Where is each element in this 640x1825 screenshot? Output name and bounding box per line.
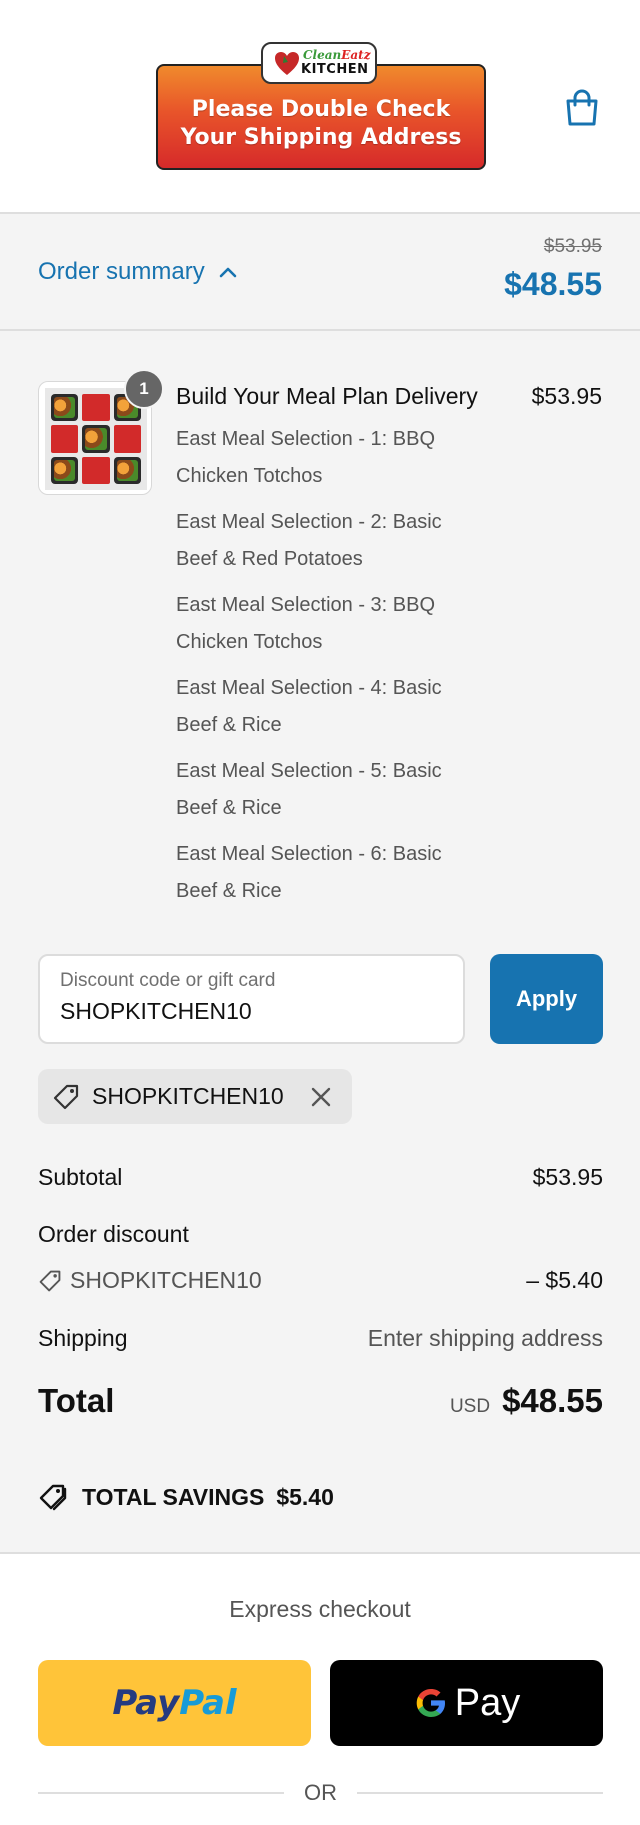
remove-code-icon[interactable]	[310, 1086, 332, 1108]
meal-selection-list: East Meal Selection - 1: BBQ Chicken Tot…	[176, 421, 476, 919]
order-summary-toggle[interactable]: Order summary	[38, 258, 237, 286]
tag-icon	[53, 1084, 79, 1109]
chevron-up-icon	[219, 267, 236, 278]
savings-value: $5.40	[276, 1483, 334, 1510]
header: CleanEatz KITCHEN Please Double Check Yo…	[0, 0, 640, 214]
total-row: Total USD $48.55	[38, 1376, 603, 1426]
shopping-bag-icon[interactable]	[562, 88, 602, 128]
logo-wordmark-bottom: KITCHEN	[301, 62, 369, 77]
google-g-icon	[416, 1689, 445, 1717]
subtotal-value: $53.95	[532, 1164, 603, 1190]
order-discount-label: Order discount	[38, 1221, 189, 1247]
discount-code-row: SHOPKITCHEN10 – $5.40	[38, 1267, 603, 1294]
banner-line-1: Please Double Check	[191, 97, 451, 122]
google-pay-button[interactable]: Pay	[330, 1660, 603, 1746]
current-price: $48.55	[504, 266, 602, 302]
tag-icon	[39, 1270, 61, 1291]
meal-selection: East Meal Selection - 1: BBQ Chicken Tot…	[176, 428, 436, 487]
banner-line-2: Your Shipping Address	[180, 125, 462, 150]
applied-code: SHOPKITCHEN10	[92, 1083, 284, 1109]
discount-code-text: SHOPKITCHEN10	[70, 1267, 262, 1293]
discount-field-value: SHOPKITCHEN10	[60, 998, 252, 1024]
shipping-value: Enter shipping address	[367, 1325, 603, 1351]
total-value: $48.55	[502, 1382, 603, 1419]
heart-logo-icon	[275, 52, 299, 75]
meal-selection: East Meal Selection - 6: Basic Beef & Ri…	[176, 843, 442, 902]
shipping-label: Shipping	[38, 1325, 128, 1351]
order-summary-bar: Order summary $53.95 $48.55	[0, 214, 640, 331]
paypal-button[interactable]: PayPal	[38, 1660, 311, 1746]
meal-selection: East Meal Selection - 4: Basic Beef & Ri…	[176, 677, 442, 736]
product-price: $53.95	[531, 383, 602, 409]
original-price: $53.95	[543, 236, 602, 257]
currency-code: USD	[449, 1396, 491, 1417]
quantity-badge: 1	[124, 369, 164, 409]
applied-discount-chip: SHOPKITCHEN10	[38, 1069, 352, 1124]
express-checkout-title: Express checkout	[229, 1596, 411, 1622]
product-title: Build Your Meal Plan Delivery	[176, 383, 478, 409]
apply-button[interactable]: Apply	[490, 954, 603, 1044]
savings-label: TOTAL SAVINGS	[82, 1483, 265, 1510]
total-label: Total	[38, 1382, 115, 1419]
discount-value: – $5.40	[526, 1267, 603, 1293]
meal-selection: East Meal Selection - 5: Basic Beef & Ri…	[176, 760, 442, 819]
meal-selection: East Meal Selection - 3: BBQ Chicken Tot…	[176, 594, 436, 653]
logo-wordmark-top: CleanEatz	[303, 48, 371, 62]
paypal-logo: PayPal	[112, 1683, 237, 1723]
discount-code-field[interactable]: Discount code or gift card SHOPKITCHEN10	[38, 954, 465, 1044]
clean-eatz-logo: CleanEatz KITCHEN	[261, 42, 377, 84]
or-label: OR	[304, 1780, 337, 1805]
order-summary-label: Order summary	[38, 258, 205, 285]
discount-field-label: Discount code or gift card	[60, 970, 276, 991]
order-summary-panel: 1 Build Your Meal Plan Delivery $53.95 E…	[0, 331, 640, 1554]
meal-selection: East Meal Selection - 2: Basic Beef & Re…	[176, 511, 442, 570]
total-savings: TOTAL SAVINGS $5.40	[38, 1483, 334, 1511]
subtotal-row: Subtotal $53.95	[38, 1164, 603, 1191]
or-divider: OR	[38, 1780, 603, 1806]
subtotal-label: Subtotal	[38, 1164, 123, 1190]
shipping-row: Shipping Enter shipping address	[38, 1325, 603, 1352]
google-pay-label: Pay	[454, 1681, 521, 1724]
savings-tag-icon	[39, 1484, 67, 1511]
order-discount-row: Order discount	[38, 1221, 603, 1248]
logo-banner[interactable]: CleanEatz KITCHEN Please Double Check Yo…	[156, 40, 486, 170]
discount-code-label: SHOPKITCHEN10	[38, 1267, 262, 1294]
